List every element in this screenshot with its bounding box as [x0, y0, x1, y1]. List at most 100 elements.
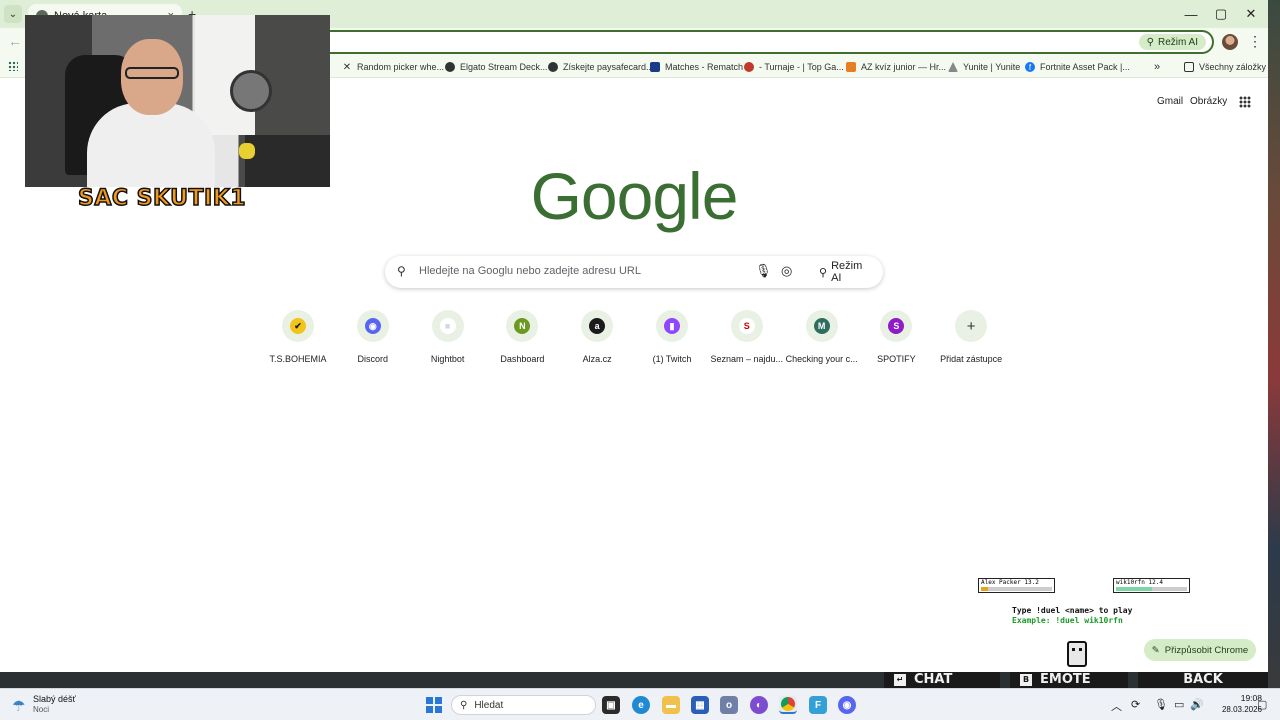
chrome-icon[interactable]: [779, 696, 797, 714]
shortcut-favicon-icon: a: [589, 318, 606, 334]
webcam-overlay: [25, 15, 330, 187]
bookmark-label: Získejte paysafecard...: [563, 62, 654, 72]
back-arrow-icon[interactable]: ←: [8, 33, 22, 49]
discord-icon[interactable]: ◉: [838, 696, 856, 714]
bookmark-item[interactable]: Elgato Stream Deck...: [445, 60, 548, 74]
maximize-button[interactable]: ▢: [1206, 0, 1236, 28]
add-shortcut-button[interactable]: + Přidat zástupce: [933, 310, 1009, 364]
close-window-button[interactable]: ✕: [1236, 0, 1266, 28]
task-view-icon[interactable]: ▣: [602, 696, 620, 714]
address-bar[interactable]: ⚲ Režim AI: [330, 30, 1214, 54]
bookmark-item[interactable]: - Turnaje - | Top Ga...: [744, 60, 844, 74]
volume-icon[interactable]: 🔊: [1190, 698, 1204, 711]
bookmark-label: Matches - Rematch: [665, 62, 744, 72]
shortcut-label: T.S.BOHEMIA: [269, 354, 327, 364]
minimize-button[interactable]: —: [1176, 0, 1206, 28]
shortcut-tile[interactable]: ✔ T.S.BOHEMIA: [260, 310, 336, 364]
tools-icon: ✕: [342, 61, 352, 73]
weather-condition[interactable]: Slabý déšť: [33, 694, 76, 704]
b-key-icon: B: [1020, 674, 1032, 686]
player2-health-bar: wik10rfn 12.4: [1113, 578, 1190, 593]
all-bookmarks-button[interactable]: Všechny záložky: [1184, 60, 1266, 74]
microphone-tray-icon[interactable]: 🎙: [1154, 698, 1168, 711]
shortcut-favicon-icon: ■: [439, 318, 456, 334]
bookmark-item[interactable]: ✕ Random picker whe...: [342, 60, 444, 74]
shortcut-tile[interactable]: M Checking your c...: [784, 310, 860, 364]
weather-rain-icon[interactable]: ☂: [12, 697, 25, 715]
shortcut-tile[interactable]: ■ Nightbot: [410, 310, 486, 364]
az-icon: [846, 62, 856, 72]
gmail-link[interactable]: Gmail: [1157, 96, 1183, 107]
shortcut-tile[interactable]: S Seznam – najdu...: [709, 310, 785, 364]
shortcut-icon-circle: a: [581, 310, 614, 342]
bookmark-item[interactable]: f Fortnite Asset Pack |...: [1025, 60, 1130, 74]
menu-kebab-icon[interactable]: ⋮: [1248, 33, 1262, 50]
google-lens-icon[interactable]: ◎: [781, 263, 792, 279]
taskbar-search[interactable]: ⚲ Hledat: [451, 695, 596, 715]
microphone-icon[interactable]: 🎙: [755, 263, 772, 279]
back-game-button[interactable]: BACK: [1138, 672, 1268, 688]
start-button[interactable]: [426, 697, 442, 713]
enter-key-icon: ↵: [894, 674, 906, 686]
search-box[interactable]: ⚲ Hledejte na Googlu nebo zadejte adresu…: [385, 256, 883, 288]
app-icon[interactable]: ◐: [750, 696, 768, 714]
shortcut-favicon-icon: M: [813, 318, 830, 334]
ai-mode-icon: ⚲: [819, 266, 828, 279]
bookmark-label: Elgato Stream Deck...: [460, 62, 548, 72]
emote-game-button[interactable]: B EMOTE: [1010, 672, 1128, 688]
desktop-background: [1268, 0, 1280, 688]
shortcut-tile[interactable]: ◉ Discord: [335, 310, 411, 364]
bookmark-item[interactable]: Yunite | Yunite: [948, 60, 1020, 74]
shortcut-icon-circle: ◉: [356, 310, 389, 342]
game-character-sprite: [1067, 641, 1087, 667]
shortcut-icon-circle: ▮: [656, 310, 688, 342]
clock-time[interactable]: 19:08: [1222, 693, 1262, 703]
chat-game-button[interactable]: ↵ CHAT: [884, 672, 1000, 688]
webcam-glasses: [125, 67, 179, 79]
bookmarks-overflow-icon[interactable]: »: [1154, 60, 1160, 74]
shortcut-tile[interactable]: ▮ (1) Twitch: [634, 310, 710, 364]
ai-mode-button[interactable]: ⚲ Režim AI: [811, 260, 883, 284]
bookmark-item[interactable]: Získejte paysafecard...: [548, 60, 654, 74]
bookmark-label: Random picker whe...: [357, 62, 445, 72]
shortcut-favicon-icon: ✔: [290, 318, 306, 334]
bookmark-item[interactable]: AZ kvíz junior — Hr...: [846, 60, 946, 74]
shortcut-tile[interactable]: a Alza.cz: [559, 310, 635, 364]
weather-period: Noci: [33, 705, 50, 714]
shortcut-icon-circle: +: [955, 310, 988, 342]
images-link[interactable]: Obrázky: [1190, 96, 1227, 107]
duel-instruction: Type !duel <name> to play: [1012, 606, 1133, 615]
streamerbot-icon[interactable]: F: [809, 696, 827, 714]
windows-taskbar: ☂ Slabý déšť Noci ⚲ Hledat ▣ e ▬ ▦ o ◐ F…: [0, 688, 1280, 720]
outlook-icon[interactable]: o: [720, 696, 738, 714]
bookmark-item[interactable]: Matches - Rematch: [650, 60, 743, 74]
folder-icon: [1184, 62, 1194, 72]
edge-icon[interactable]: e: [632, 696, 650, 714]
tray-chevron-icon[interactable]: ︿: [1111, 698, 1122, 714]
network-icon[interactable]: ▭: [1174, 698, 1184, 711]
omnibox-ai-mode-chip[interactable]: ⚲ Režim AI: [1138, 34, 1206, 50]
omnibox-ai-mode-label: Režim AI: [1157, 36, 1198, 48]
notification-icon[interactable]: ▢: [1257, 698, 1267, 711]
clock-date[interactable]: 28.03.2026: [1206, 705, 1262, 714]
customize-chrome-button[interactable]: ✎ Přizpůsobit Chrome: [1144, 639, 1256, 661]
search-icon: ⚲: [460, 699, 468, 711]
profile-avatar[interactable]: [1222, 34, 1238, 50]
google-apps-icon[interactable]: [1239, 96, 1251, 108]
player2-name: wik10rfn 12.4: [1116, 579, 1163, 586]
player2-health-fill: [1116, 587, 1152, 591]
apps-grid-icon[interactable]: [8, 61, 18, 71]
file-explorer-icon[interactable]: ▬: [662, 696, 680, 714]
all-bookmarks-label: Všechny záložky: [1199, 62, 1267, 72]
shortcut-favicon-icon: ▮: [664, 318, 680, 334]
shortcut-tile[interactable]: N Dashboard: [484, 310, 560, 364]
tab-search-dropdown[interactable]: ⌄: [4, 5, 22, 23]
sync-icon[interactable]: ⟳: [1131, 698, 1140, 711]
store-icon[interactable]: ▦: [691, 696, 709, 714]
ai-mode-label: Režim AI: [831, 260, 863, 284]
webcam-fan: [230, 70, 272, 112]
back-label: BACK: [1183, 672, 1223, 687]
bookmark-label: - Turnaje - | Top Ga...: [759, 62, 844, 72]
shortcut-favicon-icon: ◉: [364, 318, 381, 334]
shortcut-tile[interactable]: S SPOTIFY: [858, 310, 934, 364]
